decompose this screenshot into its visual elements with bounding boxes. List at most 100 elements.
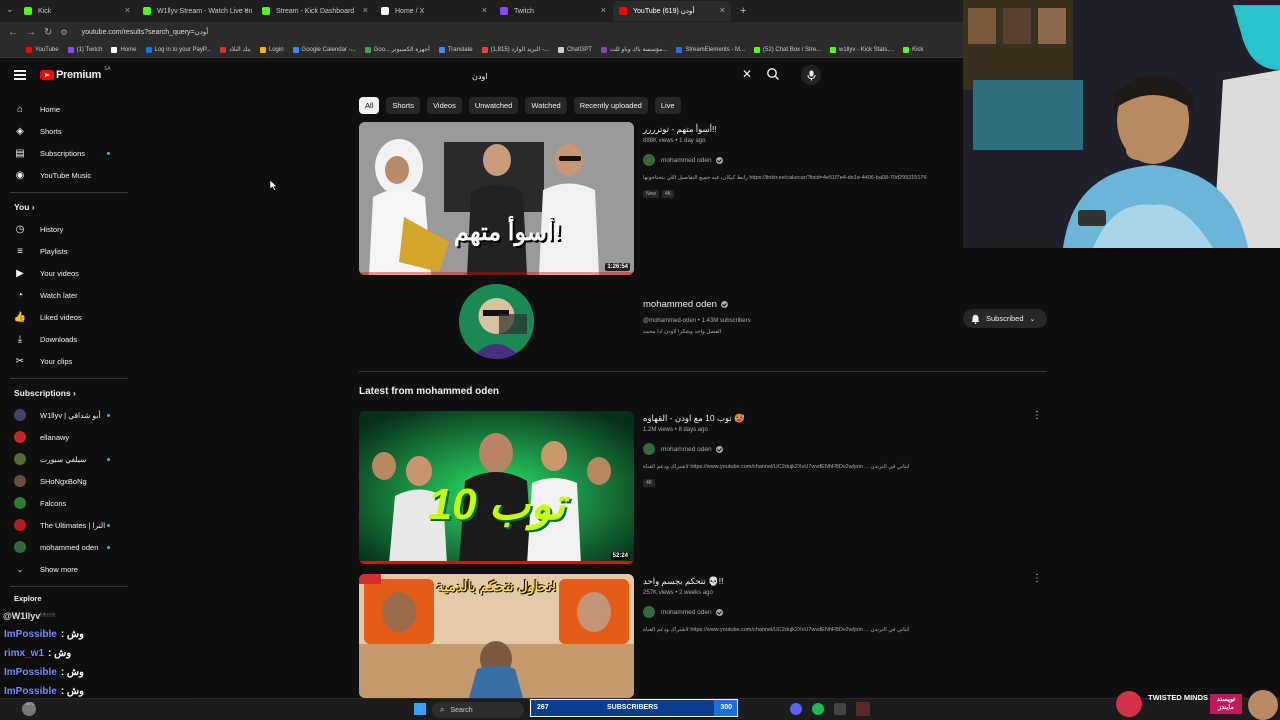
- filter-chip[interactable]: Shorts: [386, 97, 421, 114]
- taskbar-search[interactable]: ⌕ Search: [432, 702, 524, 718]
- sidebar-item[interactable]: 👍 Liked videos: [0, 306, 128, 328]
- close-tab-icon[interactable]: ×: [601, 5, 606, 15]
- close-tab-icon[interactable]: ×: [482, 5, 487, 15]
- browser-tab[interactable]: Home / X ×: [375, 1, 493, 21]
- filter-chip[interactable]: Watched: [525, 97, 567, 114]
- sponsor-logo: TWISTED MINDS تويستد مايندز: [1112, 686, 1280, 720]
- sidebar-item[interactable]: ◉ YouTube Music: [0, 164, 128, 186]
- browser-tab[interactable]: YouTube (619) أودن ×: [613, 1, 731, 21]
- search-icon[interactable]: [766, 67, 780, 86]
- browser-tab[interactable]: Kick ×: [18, 1, 136, 21]
- browser-tab[interactable]: Twitch ×: [494, 1, 612, 21]
- video-channel[interactable]: mohammed oden: [643, 606, 723, 618]
- video-title[interactable]: تتحكم بجسم واحد 💀!!: [643, 576, 723, 587]
- more-actions-icon[interactable]: ⋮: [1032, 573, 1042, 584]
- video-title[interactable]: أسوأ متهم - توترررر!!: [643, 124, 717, 135]
- bookmark-item[interactable]: Home: [111, 46, 137, 53]
- sidebar-item[interactable]: ▤ Subscriptions: [0, 142, 128, 164]
- reload-icon[interactable]: ↻: [44, 27, 52, 38]
- url-field[interactable]: youtube.com/results?search_query=أودن: [82, 28, 209, 36]
- sidebar-item-label: Playlists: [40, 246, 68, 256]
- show-more-button[interactable]: ⌄ Show more: [0, 558, 128, 580]
- new-content-dot: [107, 413, 110, 417]
- video-channel[interactable]: mohammed oden: [643, 154, 723, 166]
- subscription-item[interactable]: سيلفي سبورت: [0, 448, 128, 470]
- spotify-icon[interactable]: [812, 703, 824, 715]
- bookmark-item[interactable]: مؤسسة باك وباو للت...: [600, 46, 667, 53]
- close-tab-icon[interactable]: ×: [244, 5, 249, 15]
- sidebar-item[interactable]: ✂ Your clips: [0, 350, 128, 372]
- bookmark-item[interactable]: w1llyv - Kick Stats,...: [830, 46, 894, 53]
- video-channel[interactable]: mohammed oden: [643, 443, 723, 455]
- new-tab-icon[interactable]: +: [740, 5, 746, 17]
- sidebar-item[interactable]: ≡ Playlists: [0, 240, 128, 262]
- subscription-item[interactable]: The Ultimates | الترا: [0, 514, 128, 536]
- bookmark-item[interactable]: Login: [259, 46, 284, 53]
- tab-favicon-icon: [500, 7, 508, 15]
- bookmark-item[interactable]: بنك البلاد: [220, 46, 251, 53]
- channel-name[interactable]: mohammed oden: [643, 299, 728, 310]
- sidebar-item[interactable]: ◈ Shorts: [0, 120, 128, 142]
- more-actions-icon[interactable]: ⋮: [1032, 410, 1042, 421]
- chat-text: : وش: [60, 629, 84, 640]
- filter-chip[interactable]: Unwatched: [468, 97, 519, 114]
- video-thumbnail[interactable]: أسوأ متهم! 1:26:54: [359, 122, 634, 275]
- back-icon[interactable]: ←: [8, 27, 18, 38]
- sidebar-item[interactable]: ◷ History: [0, 218, 128, 240]
- close-tab-icon[interactable]: ×: [720, 5, 725, 15]
- youtube-premium-logo[interactable]: Premium SA: [40, 66, 111, 81]
- tab-search-icon[interactable]: ⌄: [6, 4, 14, 15]
- bookmark-item[interactable]: Kick: [903, 46, 923, 53]
- windows-start-icon[interactable]: [414, 703, 426, 715]
- menu-icon[interactable]: [14, 70, 26, 80]
- subscription-item[interactable]: W1llyv | أبو شداقي: [0, 404, 128, 426]
- clear-search-icon[interactable]: ✕: [742, 67, 752, 81]
- subscription-item[interactable]: Falcons: [0, 492, 128, 514]
- forward-icon[interactable]: →: [26, 27, 36, 38]
- search-input[interactable]: اودن: [462, 66, 758, 86]
- bookmark-item[interactable]: YouTube: [26, 46, 59, 53]
- bookmark-item[interactable]: Log in to your PayP...: [145, 46, 211, 53]
- new-content-dot: [107, 151, 110, 155]
- 4k-badge: 4K: [643, 479, 656, 487]
- browser-tab[interactable]: Stream - Kick Dashboard ×: [256, 1, 374, 21]
- sidebar-item[interactable]: ⤓ Downloads: [0, 328, 128, 350]
- chat-message: ImPossible: وش: [4, 629, 84, 640]
- sidebar-item[interactable]: ▶ Your videos: [0, 262, 128, 284]
- sidebar-item[interactable]: ⌂ Home: [0, 98, 128, 120]
- voice-search-icon[interactable]: [801, 65, 821, 85]
- bookmark-favicon-icon: [754, 46, 761, 53]
- obs-icon[interactable]: [834, 703, 846, 715]
- bookmark-item[interactable]: (1) Twitch: [67, 46, 102, 53]
- browser-tab[interactable]: W1llyv Stream - Watch Live on ×: [137, 1, 255, 21]
- subscription-item[interactable]: ellanawy: [0, 426, 128, 448]
- close-tab-icon[interactable]: ×: [125, 5, 130, 15]
- subscribed-button[interactable]: Subscribed ⌄: [963, 309, 1047, 328]
- site-info-icon[interactable]: ⚙: [60, 28, 67, 37]
- subscriptions-section-header[interactable]: Subscriptions ›: [14, 388, 76, 398]
- app-icon[interactable]: [856, 702, 870, 716]
- video-title[interactable]: توب 10 مع اودن - القهاوه 🥵: [643, 413, 745, 424]
- subscription-item[interactable]: mohammed oden: [0, 536, 128, 558]
- bookmark-item[interactable]: Google Calendar -...: [292, 46, 356, 53]
- you-section-header[interactable]: You ›: [14, 202, 35, 212]
- close-tab-icon[interactable]: ×: [363, 5, 368, 15]
- filter-chip[interactable]: Live: [654, 97, 681, 114]
- bookmark-item[interactable]: Goo... أجهزة الكمبيوتر: [364, 46, 430, 53]
- video-thumbnail[interactable]: نحاول نتحكم بالدمية!: [359, 574, 634, 698]
- video-thumbnail[interactable]: توب 10 52:24: [359, 411, 634, 564]
- bookmark-item[interactable]: StreamElements - M...: [676, 46, 745, 53]
- bookmark-item[interactable]: Translate: [438, 46, 473, 53]
- filter-chip[interactable]: Recently uploaded: [573, 97, 648, 114]
- discord-icon[interactable]: [790, 703, 802, 715]
- streamer-webcam: [963, 0, 1280, 248]
- bookmark-item[interactable]: (52) Chat Box / Stre...: [754, 46, 821, 53]
- channel-avatar[interactable]: [459, 284, 534, 359]
- sidebar-item-label: Liked videos: [40, 312, 82, 322]
- subscription-item[interactable]: SHoNgxBoNg: [0, 470, 128, 492]
- filter-chip[interactable]: All: [359, 97, 380, 114]
- filter-chip[interactable]: Videos: [427, 97, 462, 114]
- bookmark-item[interactable]: البريد الوارد (1,815) -...: [481, 46, 549, 53]
- sidebar-item[interactable]: ◔ Watch later: [0, 284, 128, 306]
- bookmark-item[interactable]: ChatGPT: [557, 46, 592, 53]
